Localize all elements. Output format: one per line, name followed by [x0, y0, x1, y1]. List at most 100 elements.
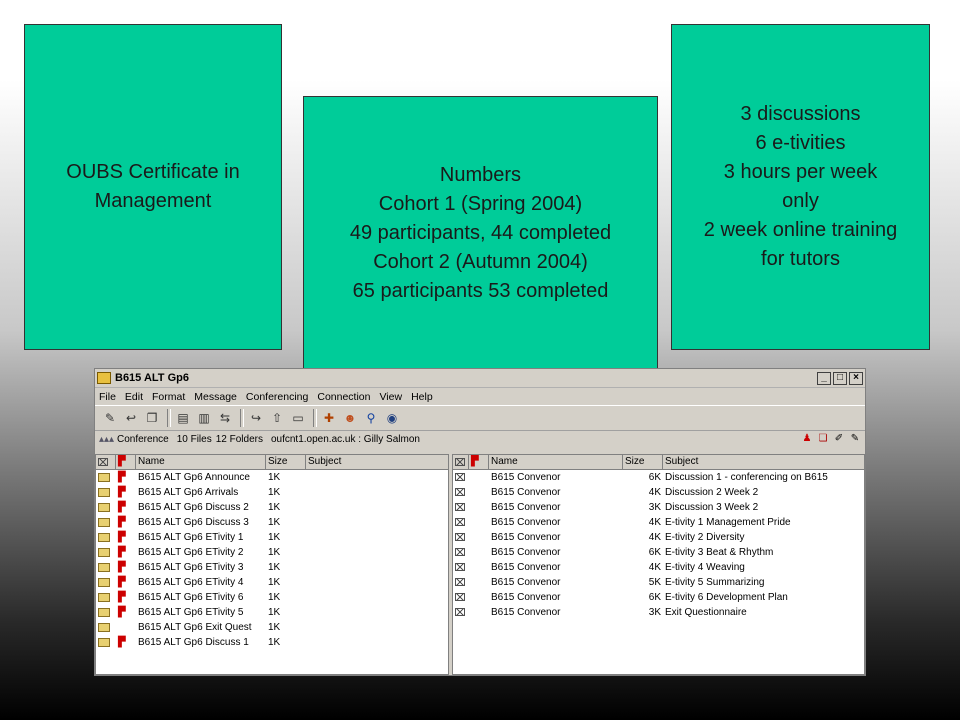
message-size: 3K — [648, 502, 661, 513]
folder-row[interactable]: ▛ B615 ALT Gp6 ETivity 5 1K — [96, 605, 448, 620]
message-row[interactable]: B615 Convenor 6K Discussion 1 - conferenci… — [453, 470, 864, 485]
message-rows: B615 Convenor 6K Discussion 1 - conferenci… — [453, 470, 864, 620]
write-icon[interactable]: ✎ — [849, 433, 861, 445]
message-row[interactable]: B615 Convenor 6K E-tivity 3 Beat & Rhythm — [453, 545, 864, 560]
message-icon-cell — [453, 470, 469, 485]
close-button[interactable]: × — [849, 371, 863, 385]
menu-message[interactable]: Message — [194, 391, 237, 403]
search-icon[interactable]: ⚲ — [362, 410, 380, 426]
folder-row[interactable]: ▛ B615 ALT Gp6 ETivity 6 1K — [96, 590, 448, 605]
menu-help[interactable]: Help — [411, 391, 433, 403]
conference-folder-icon — [98, 563, 110, 572]
flag-column-header[interactable]: ▛ — [116, 455, 136, 469]
folder-row[interactable]: ▛ B615 ALT Gp6 ETivity 3 1K — [96, 560, 448, 575]
folder-row[interactable]: ▛ B615 ALT Gp6 Discuss 2 1K — [96, 500, 448, 515]
info-icons: ♟ ❏ ✐ ✎ — [801, 433, 865, 445]
compose-icon[interactable]: ✎ — [101, 410, 119, 426]
folder-row[interactable]: ▛ B615 ALT Gp6 ETivity 1 1K — [96, 530, 448, 545]
folder-count: 12 Folders — [215, 433, 263, 445]
folder-name: B615 ALT Gp6 ETivity 6 — [138, 592, 244, 603]
folder-row[interactable]: ▛ B615 ALT Gp6 Announce 1K — [96, 470, 448, 485]
flag-cell: ▛ — [116, 500, 136, 515]
envelope-icon — [98, 458, 108, 466]
type-column-header[interactable] — [453, 455, 469, 469]
menu-file[interactable]: File — [99, 391, 116, 403]
folder-name: B615 ALT Gp6 ETivity 3 — [138, 562, 244, 573]
flag-cell — [469, 575, 489, 590]
maximize-button[interactable]: □ — [833, 371, 847, 385]
connect-icon[interactable]: ◉ — [383, 410, 401, 426]
message-list-pane[interactable]: ▛ Name Size Subject B615 Convenor 6K Discu… — [452, 454, 865, 675]
folder-icon[interactable]: ▭ — [289, 410, 307, 426]
folder-row[interactable]: ▛ B615 ALT Gp6 ETivity 4 1K — [96, 575, 448, 590]
participants-icon[interactable]: ✚ — [320, 410, 338, 426]
conference-folder-icon — [98, 593, 110, 602]
title-bar[interactable]: B615 ALT Gp6 _ □ × — [95, 369, 865, 388]
reply-icon[interactable]: ↩ — [122, 410, 140, 426]
conference-folder-cell — [96, 515, 116, 530]
name-column-header[interactable]: Name — [489, 455, 623, 469]
person-icon[interactable]: ♟ — [801, 433, 813, 445]
message-icon-cell — [453, 485, 469, 500]
message-row[interactable]: B615 Convenor 6K E-tivity 6 Development Pl… — [453, 590, 864, 605]
menu-conferencing[interactable]: Conferencing — [246, 391, 308, 403]
message-row[interactable]: B615 Convenor 4K E-tivity 4 Weaving — [453, 560, 864, 575]
minimize-button[interactable]: _ — [817, 371, 831, 385]
conference-folder-icon — [98, 518, 110, 527]
flag-icon: ▛ — [118, 607, 126, 618]
folder-row[interactable]: ▛ B615 ALT Gp6 Discuss 1 1K — [96, 635, 448, 650]
delete-icon[interactable]: ▥ — [195, 410, 213, 426]
folder-row[interactable]: ▛ B615 ALT Gp6 ETivity 2 1K — [96, 545, 448, 560]
message-row[interactable]: B615 Convenor 3K Exit Questionnaire — [453, 605, 864, 620]
flag-icon: ▛ — [118, 472, 126, 483]
box-line: OUBS Certificate in — [66, 161, 240, 183]
move-icon[interactable]: ⇆ — [216, 410, 234, 426]
name-column-header[interactable]: Name — [136, 455, 266, 469]
folder-size: 1K — [268, 622, 281, 633]
flag-icon: ▛ — [118, 532, 126, 543]
subject-column-header[interactable]: Subject — [663, 455, 864, 469]
menu-view[interactable]: View — [379, 391, 402, 403]
message-size: 4K — [648, 517, 661, 528]
message-row[interactable]: B615 Convenor 5K E-tivity 5 Summarizing — [453, 575, 864, 590]
flag-cell — [469, 485, 489, 500]
folder-list-pane[interactable]: ▛ Name Size Subject ▛ B615 ALT Gp6 Announ… — [95, 454, 449, 675]
flag-cell — [469, 560, 489, 575]
menu-edit[interactable]: Edit — [125, 391, 143, 403]
message-icon-cell — [453, 560, 469, 575]
flag-icon: ▛ — [471, 456, 479, 467]
folder-up-icon[interactable]: ⇧ — [268, 410, 286, 426]
message-row[interactable]: B615 Convenor 4K E-tivity 1 Management Pri… — [453, 515, 864, 530]
message-row[interactable]: B615 Convenor 4K E-tivity 2 Diversity — [453, 530, 864, 545]
size-column-header[interactable]: Size — [623, 455, 663, 469]
box-line: only — [782, 190, 819, 212]
flag-icon: ▛ — [118, 502, 126, 513]
folder-row[interactable]: B615 ALT Gp6 Exit Quest 1K — [96, 620, 448, 635]
copy-icon[interactable]: ❐ — [143, 410, 161, 426]
type-column-header[interactable] — [96, 455, 116, 469]
folder-subject — [306, 590, 448, 605]
menu-format[interactable]: Format — [152, 391, 185, 403]
conference-icon: ▴▴▴ — [99, 433, 115, 445]
flag-cell: ▛ — [116, 590, 136, 605]
forward-icon[interactable]: ↪ — [247, 410, 265, 426]
edit-icon[interactable]: ✐ — [833, 433, 845, 445]
folder-row[interactable]: ▛ B615 ALT Gp6 Arrivals 1K — [96, 485, 448, 500]
menu-connection[interactable]: Connection — [317, 391, 370, 403]
message-row[interactable]: B615 Convenor 4K Discussion 2 Week 2 — [453, 485, 864, 500]
flag-column-header[interactable]: ▛ — [469, 455, 489, 469]
course-title-box: OUBS Certificate in Management — [24, 24, 282, 350]
box-line: 3 hours per week — [723, 161, 878, 183]
message-row[interactable]: B615 Convenor 3K Discussion 3 Week 2 — [453, 500, 864, 515]
copy-window-icon[interactable]: ❏ — [817, 433, 829, 445]
subject-column-header[interactable]: Subject — [306, 455, 448, 469]
menu-bar: File Edit Format Message Conferencing Co… — [95, 388, 865, 405]
save-icon[interactable]: ▤ — [174, 410, 192, 426]
folder-size: 1K — [268, 502, 281, 513]
size-column-header[interactable]: Size — [266, 455, 306, 469]
flag-icon: ▛ — [118, 487, 126, 498]
structure-box: 3 discussions 6 e-tivities 3 hours per w… — [671, 24, 930, 350]
folder-row[interactable]: ▛ B615 ALT Gp6 Discuss 3 1K — [96, 515, 448, 530]
people-icon[interactable]: ☻ — [341, 410, 359, 426]
box-line: 6 e-tivities — [755, 132, 846, 154]
